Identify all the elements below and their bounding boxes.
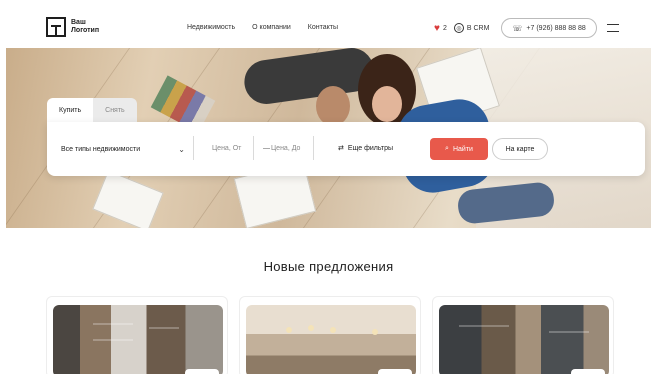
offer-image — [53, 305, 223, 374]
map-button-label: На карте — [505, 145, 535, 153]
logo-line-2: Логотип — [71, 27, 100, 34]
offer-badge — [185, 369, 219, 374]
logo-line-1: Ваш — [71, 19, 86, 26]
shelf — [149, 327, 179, 329]
deal-type-tabs: Купить Снять — [47, 98, 137, 122]
lamp — [286, 327, 292, 333]
nav-item-realty[interactable]: Недвижимость — [187, 24, 235, 31]
offer-image — [439, 305, 609, 374]
tab-rent[interactable]: Снять — [93, 98, 137, 122]
nav-item-about[interactable]: О компании — [252, 24, 291, 31]
offer-badge — [378, 369, 412, 374]
heart-icon[interactable]: ♥ — [434, 23, 440, 34]
shelf — [549, 331, 589, 333]
property-type-select[interactable]: Все типы недвижимости ⌄ — [61, 141, 185, 157]
price-range-dash: — — [263, 145, 270, 152]
shelf — [93, 323, 133, 325]
search-button-label: Найти — [452, 145, 473, 153]
divider — [193, 136, 194, 160]
lamp — [330, 327, 336, 333]
lamp — [372, 329, 378, 335]
more-filters-button[interactable]: ⇄ Еще фильтры — [338, 144, 394, 153]
nav-item-contacts[interactable]: Контакты — [308, 24, 338, 31]
main-nav: Недвижимость О компании Контакты — [187, 24, 338, 31]
search-button[interactable]: ⌕ Найти — [430, 138, 488, 160]
header-actions: ♥ 2 ◎ В CRM ☏ +7 (926) 888 88 88 — [434, 18, 619, 38]
map-button[interactable]: На карте — [492, 138, 548, 160]
offer-card[interactable] — [46, 296, 228, 374]
chevron-down-icon: ⌄ — [178, 144, 185, 154]
price-to-input[interactable]: Цена, До — [271, 145, 300, 152]
shelf — [93, 339, 133, 341]
search-icon: ⌕ — [445, 145, 449, 152]
offer-card[interactable] — [239, 296, 421, 374]
hero-woman-face — [372, 86, 402, 122]
crm-icon[interactable]: ◎ — [453, 23, 464, 33]
hero-man — [241, 48, 377, 107]
burger-menu-icon[interactable] — [606, 24, 619, 32]
section-title: Новые предложения — [263, 259, 394, 274]
divider — [313, 136, 314, 160]
crm-link[interactable]: В CRM — [467, 25, 490, 32]
favorites-count: 2 — [442, 24, 447, 32]
lamp — [308, 325, 314, 331]
sliders-icon: ⇄ — [338, 145, 344, 152]
phone-number: +7 (926) 888 88 88 — [526, 24, 586, 32]
offer-image — [246, 305, 416, 374]
logo[interactable]: Ваш Логотип — [46, 17, 111, 37]
hero-blueprint — [92, 170, 164, 228]
shelf — [459, 325, 509, 327]
property-type-value: Все типы недвижимости — [61, 145, 141, 153]
divider — [253, 136, 254, 160]
phone-button[interactable]: ☏ +7 (926) 888 88 88 — [501, 18, 597, 38]
tab-buy[interactable]: Купить — [47, 98, 94, 122]
header: Ваш Логотип Недвижимость О компании Конт… — [6, 4, 651, 48]
hero-man-head — [316, 86, 350, 126]
page: Ваш Логотип Недвижимость О компании Конт… — [6, 4, 651, 374]
offer-card[interactable] — [432, 296, 614, 374]
logo-text: Ваш Логотип — [71, 19, 111, 35]
more-filters-label: Еще фильтры — [347, 144, 394, 152]
phone-icon: ☏ — [512, 23, 523, 33]
search-panel: Все типы недвижимости ⌄ Цена, От — Цена,… — [47, 122, 645, 176]
logo-icon — [46, 17, 66, 37]
offer-badge — [571, 369, 605, 374]
price-from-input[interactable]: Цена, От — [212, 145, 241, 152]
